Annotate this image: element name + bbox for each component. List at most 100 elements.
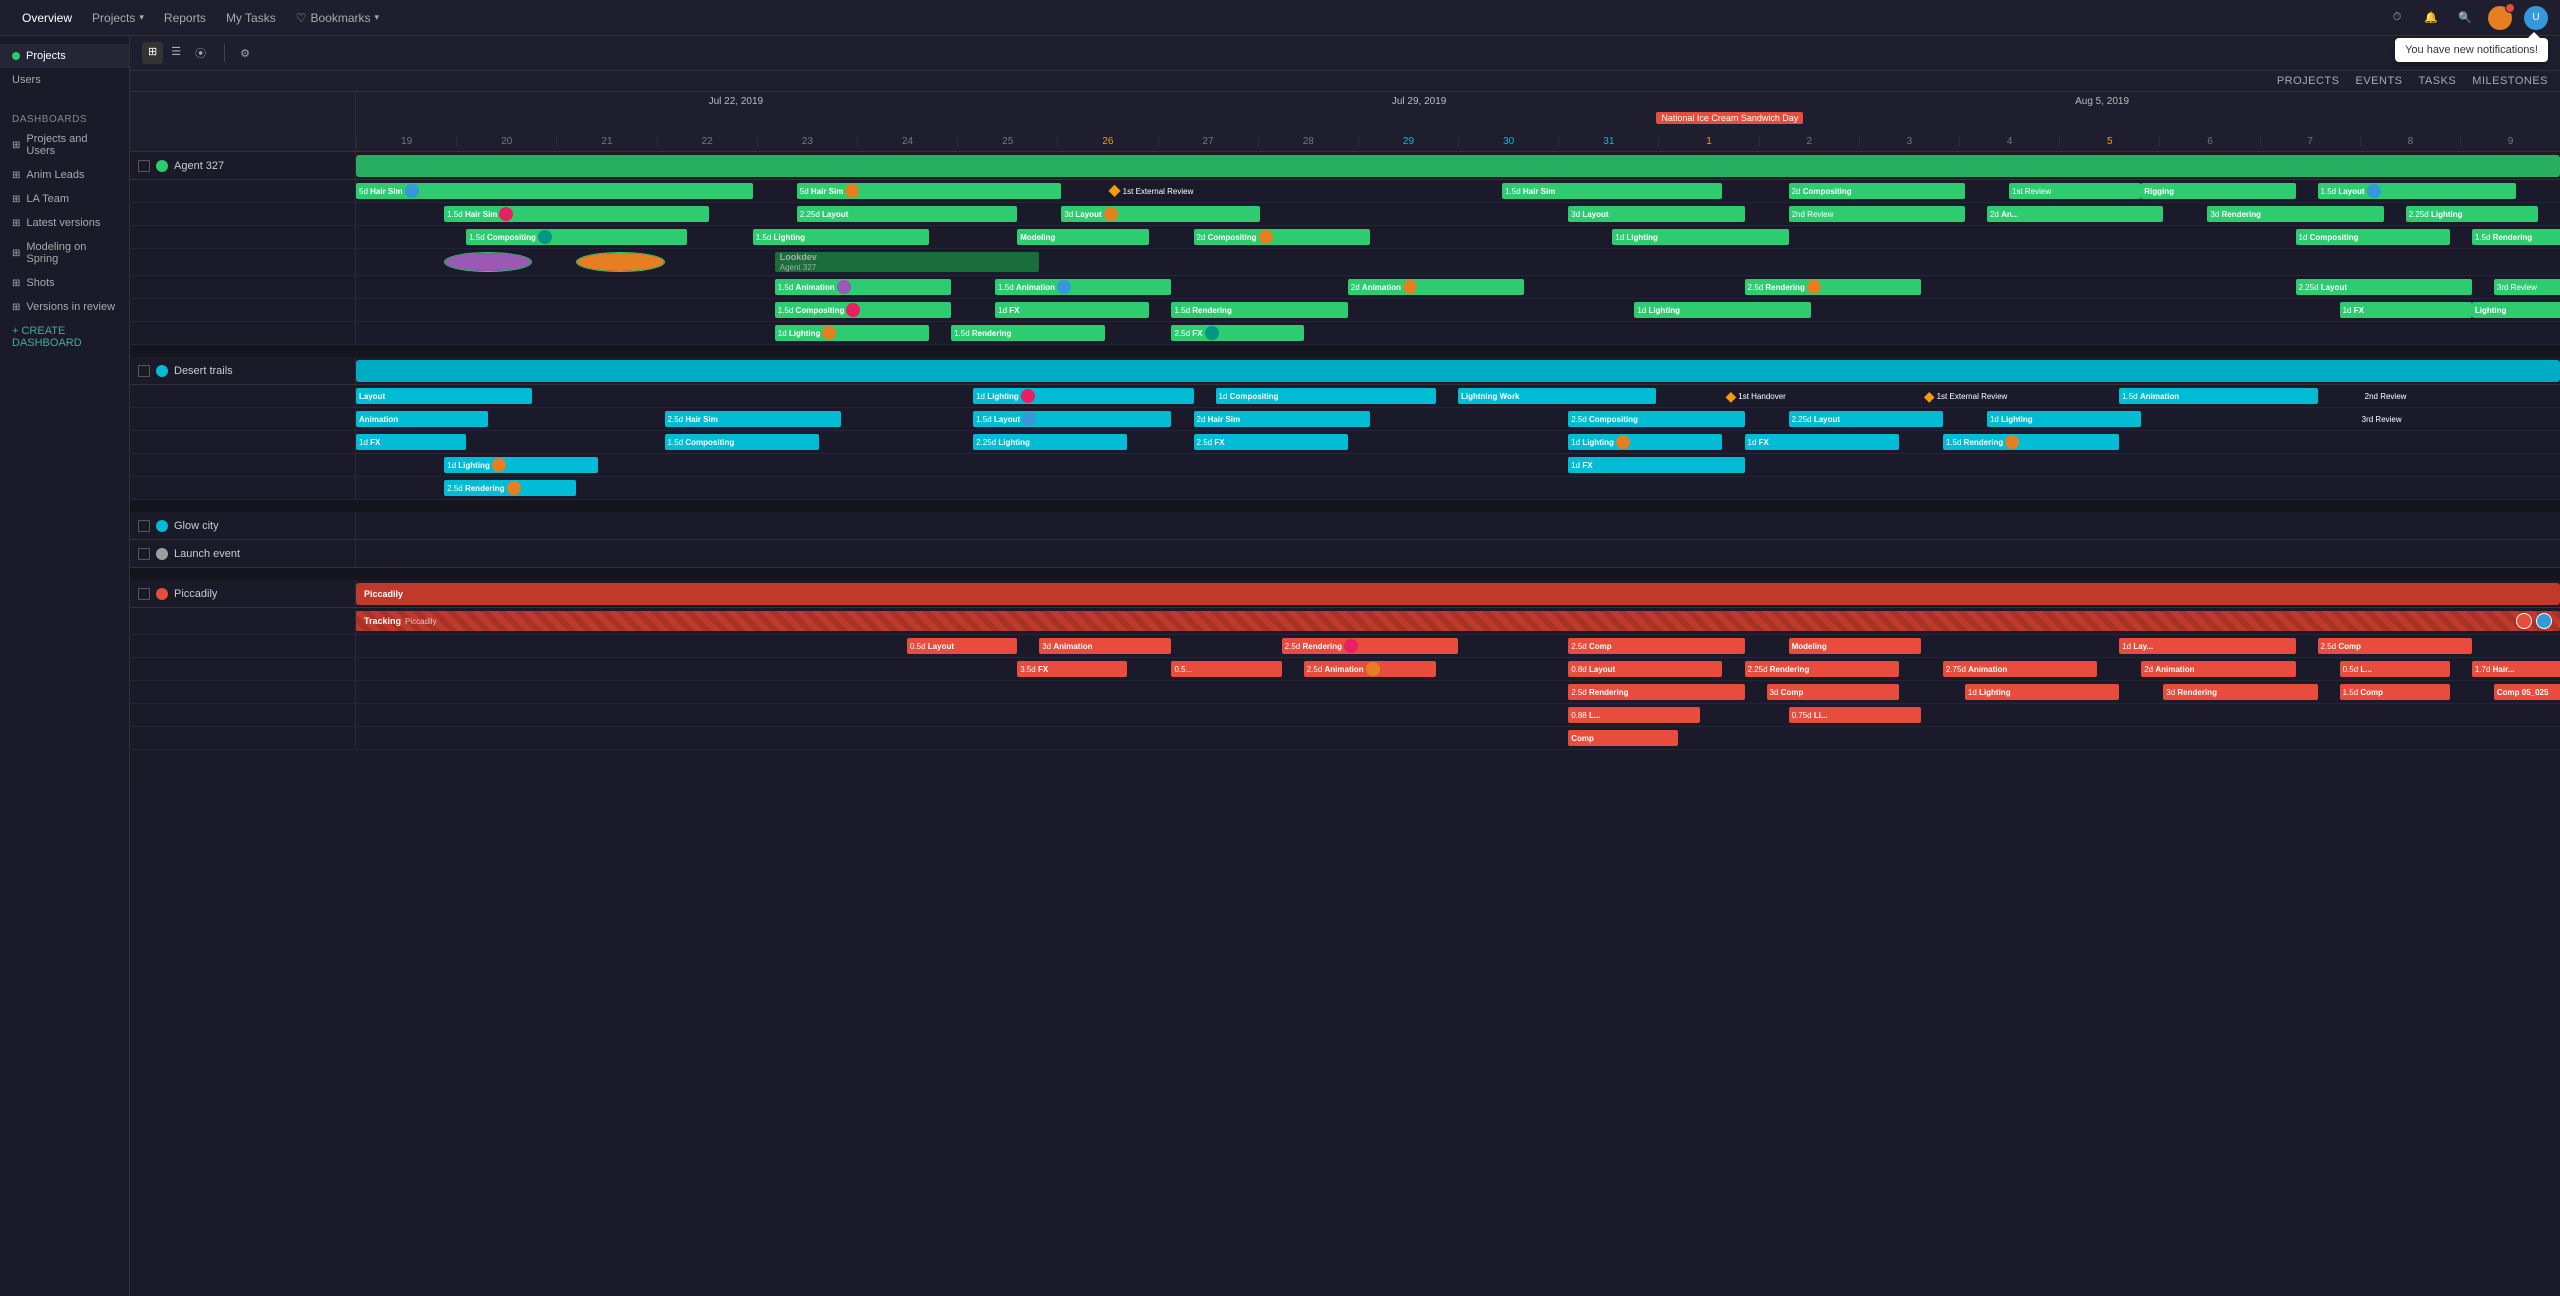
- nav-overview[interactable]: Overview: [12, 11, 82, 25]
- piccadily-layout-1[interactable]: 0.5d Layout: [907, 638, 1017, 654]
- nav-reports[interactable]: Reports: [154, 11, 216, 25]
- task-hair-sim-1[interactable]: 5d Hair Sim: [356, 183, 753, 199]
- task-rendering-row3c[interactable]: 1.5d Rendering: [2472, 229, 2560, 245]
- columns-view-button[interactable]: ⦿: [189, 42, 212, 64]
- task-animation-anim3[interactable]: 2d Animation: [1348, 279, 1524, 295]
- create-dashboard-button[interactable]: + CREATE DASHBOARD: [0, 319, 129, 355]
- piccadily-row3-comp[interactable]: 3d Comp: [1767, 684, 1899, 700]
- agent327-avatar-2[interactable]: [576, 252, 664, 272]
- sidebar-item-projects[interactable]: Projects: [0, 44, 129, 68]
- settings-icon[interactable]: ⚙: [237, 44, 253, 63]
- desert-row3-fx[interactable]: 1d FX: [356, 434, 466, 450]
- task-comp-5[interactable]: 1d FX: [2340, 302, 2472, 318]
- desert-row4-lighting2[interactable]: 1d FX: [1568, 457, 1744, 473]
- task-animation-anim2[interactable]: 1.5d Animation: [995, 279, 1171, 295]
- task-layout-sh001[interactable]: 3d Layout: [1568, 206, 1744, 222]
- desert-row4-lighting[interactable]: 1d Lighting: [444, 457, 598, 473]
- task-compositing-row3[interactable]: 1.5d Compositing: [466, 229, 686, 245]
- agent327-avatar-1[interactable]: [444, 252, 532, 272]
- desert-1st-ext-review[interactable]: ◆ 1st External Review: [1921, 388, 2097, 404]
- current-user-avatar[interactable]: U: [2524, 6, 2548, 30]
- piccadily-span-bar[interactable]: Piccadily: [356, 583, 2560, 605]
- piccadily-comp-2[interactable]: 2.5d Comp: [2318, 638, 2472, 654]
- sidebar-item-projects-and-users[interactable]: ⊞ Projects and Users: [0, 127, 129, 163]
- task-1st-review[interactable]: 1st Review: [2009, 183, 2141, 199]
- desert-row3-lighting2[interactable]: 1d Lighting: [1568, 434, 1722, 450]
- task-more-1[interactable]: 1d Lighting: [775, 325, 929, 341]
- task-comp-3[interactable]: 1.5d Rendering: [1171, 302, 1347, 318]
- desert-row5-rendering[interactable]: 2.5d Rendering: [444, 480, 576, 496]
- task-hair-sim-3[interactable]: 1.5d Hair Sim: [1502, 183, 1722, 199]
- task-hair-sim-row2[interactable]: 1.5d Hair Sim: [444, 206, 708, 222]
- piccadily-tracking-bar[interactable]: Tracking Piccadily: [356, 611, 2560, 631]
- task-layout-anim1[interactable]: 2.25d Layout: [2296, 279, 2472, 295]
- task-comp-2[interactable]: 1d FX: [995, 302, 1149, 318]
- projects-action[interactable]: PROJECTS: [2277, 75, 2340, 87]
- piccadily-comp-1[interactable]: 2.5d Comp: [1568, 638, 1744, 654]
- desert-2nd-review[interactable]: 2nd Review: [2362, 388, 2472, 404]
- task-more-3[interactable]: 2.5d FX: [1171, 325, 1303, 341]
- piccadily-row3-comp2[interactable]: 1.5d Comp: [2340, 684, 2450, 700]
- task-an-row2[interactable]: 2d An...: [1987, 206, 2163, 222]
- task-layout-1[interactable]: 1.5d Layout: [2318, 183, 2516, 199]
- task-compositing-1[interactable]: 2d Compositing: [1789, 183, 1965, 199]
- desert-row3-rendering[interactable]: 1.5d Rendering: [1943, 434, 2119, 450]
- nav-projects[interactable]: Projects ▾: [82, 11, 154, 25]
- task-hair-sim-2[interactable]: 5d Hair Sim: [797, 183, 1061, 199]
- desert-3rd-review[interactable]: 3rd Review: [2362, 411, 2494, 427]
- desert-row2-anim[interactable]: Animation: [356, 411, 488, 427]
- task-lookdev[interactable]: LookdevAgent 327: [775, 252, 1039, 272]
- events-action[interactable]: EVENTS: [2356, 75, 2403, 87]
- piccadily-row4-075[interactable]: 0.75d Li...: [1789, 707, 1921, 723]
- milestones-action[interactable]: MILESTONES: [2472, 75, 2548, 87]
- task-layout-row2[interactable]: 2.25d Layout: [797, 206, 1017, 222]
- desert-trails-span-bar[interactable]: [356, 360, 2560, 382]
- desert-row3-comp[interactable]: 1.5d Compositing: [665, 434, 819, 450]
- piccadily-lay-1[interactable]: 1d Lay...: [2119, 638, 2295, 654]
- task-compositing-row3b[interactable]: 2d Compositing: [1194, 229, 1370, 245]
- desert-row3-lighting[interactable]: 2.25d Lighting: [973, 434, 1127, 450]
- desert-row3-fx3[interactable]: 1d FX: [1745, 434, 1899, 450]
- piccadily-comp05-025[interactable]: Comp 05_025: [2494, 684, 2560, 700]
- task-comp-1[interactable]: 1.5d Compositing: [775, 302, 951, 318]
- grid-view-button[interactable]: ⊞: [142, 42, 163, 64]
- piccadily-modeling-1[interactable]: Modeling: [1789, 638, 1921, 654]
- task-layout-row2b[interactable]: 3d Layout: [1061, 206, 1259, 222]
- desert-trails-checkbox[interactable]: [138, 365, 150, 377]
- desert-row2-hairsim2[interactable]: 2d Hair Sim: [1194, 411, 1370, 427]
- desert-task-compositing[interactable]: 1d Compositing: [1216, 388, 1436, 404]
- piccadily-row3-rendering[interactable]: 2.5d Rendering: [1568, 684, 1744, 700]
- desert-task-lighting[interactable]: 1d Lighting: [973, 388, 1193, 404]
- piccadily-row2-fx[interactable]: 3.5d FX: [1017, 661, 1127, 677]
- desert-row2-hairsim[interactable]: 2.5d Hair Sim: [665, 411, 841, 427]
- piccadily-row2-animation2[interactable]: 2.75d Animation: [1943, 661, 2097, 677]
- piccadily-row4-088[interactable]: 0.88 L...: [1568, 707, 1700, 723]
- sidebar-item-modeling[interactable]: ⊞ Modeling on Spring: [0, 235, 129, 271]
- task-comp-4[interactable]: 1d Lighting: [1634, 302, 1810, 318]
- bell-icon[interactable]: 🔔: [2420, 7, 2442, 29]
- nav-mytasks[interactable]: My Tasks: [216, 11, 286, 25]
- glow-city-checkbox[interactable]: [138, 520, 150, 532]
- sidebar-item-la-team[interactable]: ⊞ LA Team: [0, 187, 129, 211]
- task-animation-anim1[interactable]: 1.5d Animation: [775, 279, 951, 295]
- sidebar-item-shots[interactable]: ⊞ Shots: [0, 271, 129, 295]
- piccadily-row2-rendering[interactable]: 0.8d Layout: [1568, 661, 1722, 677]
- task-lighting-row3[interactable]: 1.5d Lighting: [753, 229, 929, 245]
- desert-task-layout-left[interactable]: Layout: [356, 388, 532, 404]
- piccadily-row2-2d-anim[interactable]: 2d Animation: [2141, 661, 2295, 677]
- desert-row2-lighting[interactable]: 1d Lighting: [1987, 411, 2141, 427]
- desert-row2-compositing[interactable]: 2.5d Compositing: [1568, 411, 1744, 427]
- sidebar-item-users[interactable]: Users: [0, 68, 129, 92]
- sidebar-item-anim-leads[interactable]: ⊞ Anim Leads: [0, 163, 129, 187]
- piccadily-row3-lighting[interactable]: 1d Lighting: [1965, 684, 2119, 700]
- tasks-action[interactable]: TASKS: [2419, 75, 2457, 87]
- task-external-review[interactable]: ◆ 1st External Review: [1105, 184, 1414, 198]
- desert-task-animation[interactable]: 1.5d Animation: [2119, 388, 2317, 404]
- task-comp-6[interactable]: Lighting: [2472, 302, 2560, 318]
- piccadily-checkbox[interactable]: [138, 588, 150, 600]
- piccadily-row2-animation[interactable]: 2.5d Animation: [1304, 661, 1436, 677]
- task-rendering-row2[interactable]: 3d Rendering: [2207, 206, 2383, 222]
- task-lighting-row3c[interactable]: 1d Lighting: [1612, 229, 1788, 245]
- launch-event-checkbox[interactable]: [138, 548, 150, 560]
- piccadily-rendering-1[interactable]: 2.5d Rendering: [1282, 638, 1458, 654]
